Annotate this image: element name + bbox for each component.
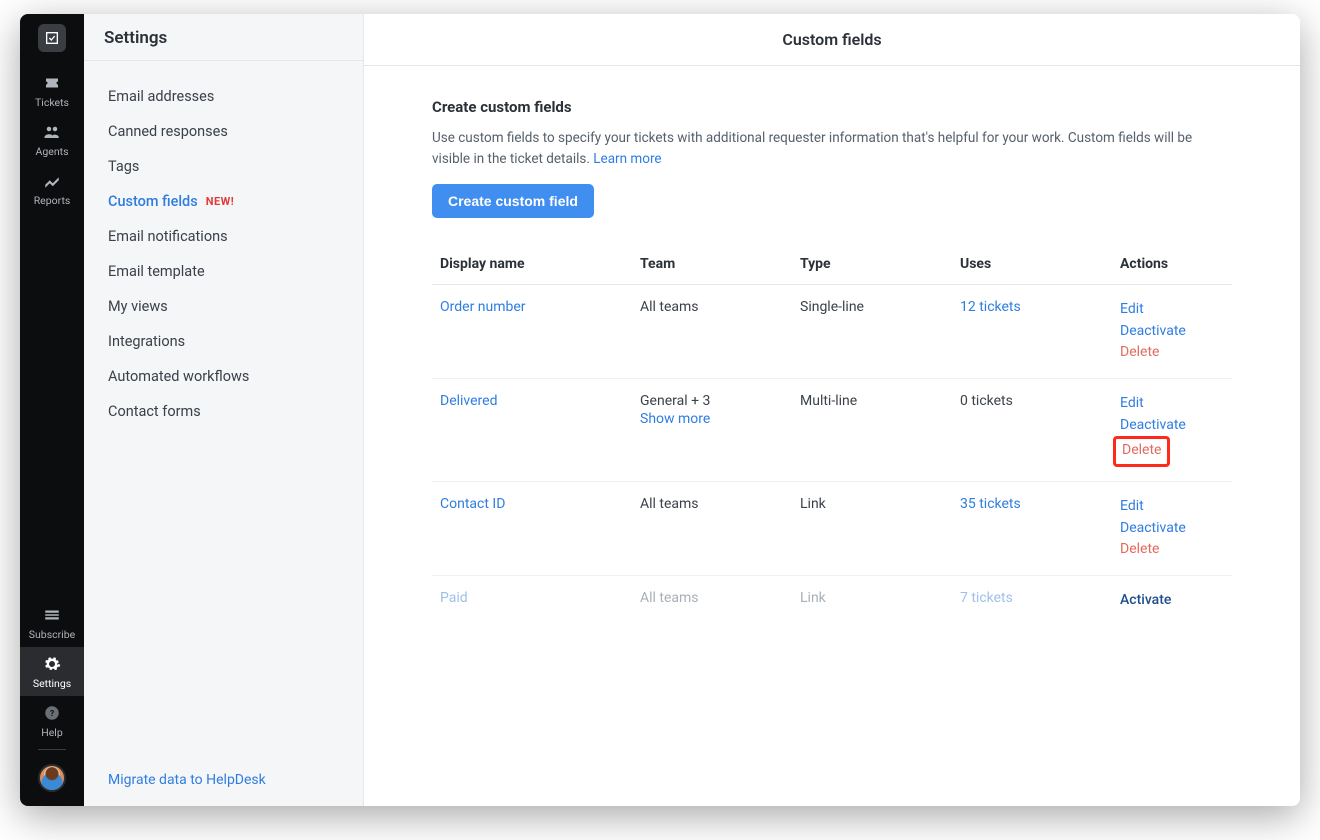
custom-fields-table: Display name Team Type Uses Actions Orde…	[432, 246, 1232, 626]
deactivate-action[interactable]: Deactivate	[1120, 518, 1224, 540]
type-text: Single-line	[792, 284, 952, 378]
sidebar-item-label: Integrations	[108, 333, 185, 350]
migrate-link[interactable]: Migrate data to HelpDesk	[108, 772, 266, 788]
gear-icon	[43, 655, 61, 673]
field-name-link[interactable]: Paid	[440, 590, 468, 606]
edit-action[interactable]: Edit	[1120, 393, 1224, 415]
sidebar-item-label: Email notifications	[108, 228, 228, 245]
field-name-link[interactable]: Delivered	[440, 393, 497, 409]
edit-action[interactable]: Edit	[1120, 496, 1224, 518]
sidebar-item-automated-workflows[interactable]: Automated workflows	[84, 359, 363, 394]
field-name-link[interactable]: Order number	[440, 299, 526, 315]
create-custom-field-button[interactable]: Create custom field	[432, 184, 594, 218]
table-row: Order number All teams Single-line 12 ticke…	[432, 284, 1232, 378]
uses-value[interactable]: 35 tickets	[960, 496, 1021, 512]
sidebar-item-label: Custom fields	[108, 193, 198, 210]
team-text: All teams	[640, 590, 699, 606]
nav-label: Settings	[33, 677, 71, 690]
app-logo[interactable]	[38, 24, 66, 52]
nav-item-help[interactable]: ? Help	[20, 696, 84, 745]
nav-rail: Tickets Agents Reports Subscribe Setting…	[20, 14, 84, 806]
sidebar-item-label: My views	[108, 298, 168, 315]
deactivate-action[interactable]: Deactivate	[1120, 321, 1224, 343]
nav-item-settings[interactable]: Settings	[20, 647, 84, 696]
sidebar-footer: Migrate data to HelpDesk	[84, 758, 363, 806]
svg-text:?: ?	[50, 709, 54, 719]
reports-icon	[43, 172, 61, 190]
sidebar-item-contact-forms[interactable]: Contact forms	[84, 394, 363, 429]
nav-label: Tickets	[35, 96, 69, 109]
sidebar-item-email-addresses[interactable]: Email addresses	[84, 79, 363, 114]
sidebar-item-my-views[interactable]: My views	[84, 289, 363, 324]
page-title: Custom fields	[364, 14, 1300, 66]
col-display-name: Display name	[432, 246, 632, 285]
sidebar-item-integrations[interactable]: Integrations	[84, 324, 363, 359]
sidebar-item-label: Email addresses	[108, 88, 214, 105]
col-team: Team	[632, 246, 792, 285]
app-shell: Tickets Agents Reports Subscribe Setting…	[20, 14, 1300, 806]
new-badge: NEW!	[206, 195, 235, 208]
edit-action[interactable]: Edit	[1120, 299, 1224, 321]
delete-action[interactable]: Delete	[1120, 342, 1224, 364]
nav-label: Help	[41, 726, 63, 739]
sidebar-item-email-notifications[interactable]: Email notifications	[84, 219, 363, 254]
sidebar-item-label: Automated workflows	[108, 368, 249, 385]
table-header-row: Display name Team Type Uses Actions	[432, 246, 1232, 285]
help-icon: ?	[43, 704, 61, 722]
sidebar-item-email-template[interactable]: Email template	[84, 254, 363, 289]
nav-item-reports[interactable]: Reports	[20, 164, 84, 213]
sidebar-item-tags[interactable]: Tags	[84, 149, 363, 184]
col-actions: Actions	[1112, 246, 1232, 285]
sidebar-item-custom-fields[interactable]: Custom fields NEW!	[84, 184, 363, 219]
uses-value: 0 tickets	[960, 393, 1013, 409]
field-name-link[interactable]: Contact ID	[440, 496, 505, 512]
show-more-teams[interactable]: Show more	[640, 411, 784, 427]
sidebar-item-label: Canned responses	[108, 123, 228, 140]
team-text: All teams	[640, 496, 699, 512]
settings-sidebar: Settings Email addresses Canned responses…	[84, 14, 364, 806]
uses-value[interactable]: 12 tickets	[960, 299, 1021, 315]
checkbox-logo-icon	[44, 30, 60, 46]
col-uses: Uses	[952, 246, 1112, 285]
nav-item-agents[interactable]: Agents	[20, 115, 84, 164]
table-row: Paid All teams Link 7 tickets Activate	[432, 576, 1232, 626]
sidebar-item-label: Tags	[108, 158, 139, 175]
table-row: Contact ID All teams Link 35 tickets EditDea…	[432, 481, 1232, 575]
subscribe-icon	[43, 606, 61, 624]
activate-action[interactable]: Activate	[1120, 590, 1224, 612]
nav-label: Reports	[34, 194, 71, 207]
ticket-icon	[43, 74, 61, 92]
type-text: Link	[792, 576, 952, 626]
sidebar-item-label: Contact forms	[108, 403, 201, 420]
type-text: Link	[792, 481, 952, 575]
sidebar-item-canned-responses[interactable]: Canned responses	[84, 114, 363, 149]
section-description: Use custom fields to specify your ticket…	[432, 128, 1232, 170]
sidebar-title: Settings	[84, 14, 363, 61]
team-text: All teams	[640, 299, 699, 315]
avatar[interactable]	[38, 764, 66, 792]
main-body: Create custom fields Use custom fields t…	[364, 66, 1300, 646]
team-text: General + 3	[640, 393, 710, 409]
uses-value[interactable]: 7 tickets	[960, 590, 1013, 606]
sidebar-item-label: Email template	[108, 263, 205, 280]
nav-item-tickets[interactable]: Tickets	[20, 66, 84, 115]
type-text: Multi-line	[792, 378, 952, 481]
table-row: Delivered General + 3 Show more Multi-line 0…	[432, 378, 1232, 481]
delete-action[interactable]: Delete	[1120, 539, 1224, 561]
nav-label: Agents	[36, 145, 69, 158]
learn-more-link[interactable]: Learn more	[593, 151, 661, 167]
delete-highlight: Delete	[1113, 436, 1170, 467]
agents-icon	[43, 123, 61, 141]
section-title: Create custom fields	[432, 98, 1232, 116]
deactivate-action[interactable]: Deactivate	[1120, 415, 1224, 437]
section-description-text: Use custom fields to specify your ticket…	[432, 130, 1192, 167]
delete-action[interactable]: Delete	[1122, 440, 1161, 462]
nav-item-subscribe[interactable]: Subscribe	[20, 598, 84, 647]
nav-label: Subscribe	[29, 628, 75, 641]
nav-divider	[38, 749, 66, 750]
col-type: Type	[792, 246, 952, 285]
main-panel: Custom fields Create custom fields Use c…	[364, 14, 1300, 806]
sidebar-list: Email addresses Canned responses Tags Custo…	[84, 61, 363, 758]
